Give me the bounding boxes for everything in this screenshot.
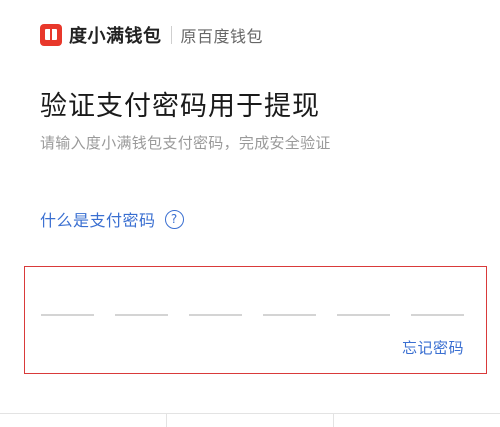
keypad-divider [333,414,334,427]
brand-name: 度小满钱包 [69,26,162,47]
password-digit-2[interactable] [115,314,168,316]
header-divider [170,26,172,44]
password-input-box[interactable]: 忘记密码 [24,266,487,374]
wallet-logo-icon [40,24,62,46]
page-subtitle: 请输入度小满钱包支付密码，完成安全验证 [40,134,331,152]
password-digit-1[interactable] [41,314,94,316]
password-digit-5[interactable] [337,314,390,316]
what-is-payment-password-link[interactable]: 什么是支付密码 ? [40,207,184,231]
password-digit-4[interactable] [263,314,316,316]
page-title: 验证支付密码用于提现 [40,91,320,122]
question-icon[interactable]: ? [164,209,184,229]
keypad-top-edge [0,413,500,427]
brand-subtitle: 原百度钱包 [180,27,264,46]
keypad-divider [166,414,167,427]
password-digit-3[interactable] [189,314,242,316]
password-digit-6[interactable] [411,314,464,316]
forgot-password-link[interactable]: 忘记密码 [402,337,464,358]
password-digit-slots[interactable] [41,314,464,316]
help-link-label[interactable]: 什么是支付密码 [40,207,156,231]
brand-header: 度小满钱包 原百度钱包 [40,22,263,48]
